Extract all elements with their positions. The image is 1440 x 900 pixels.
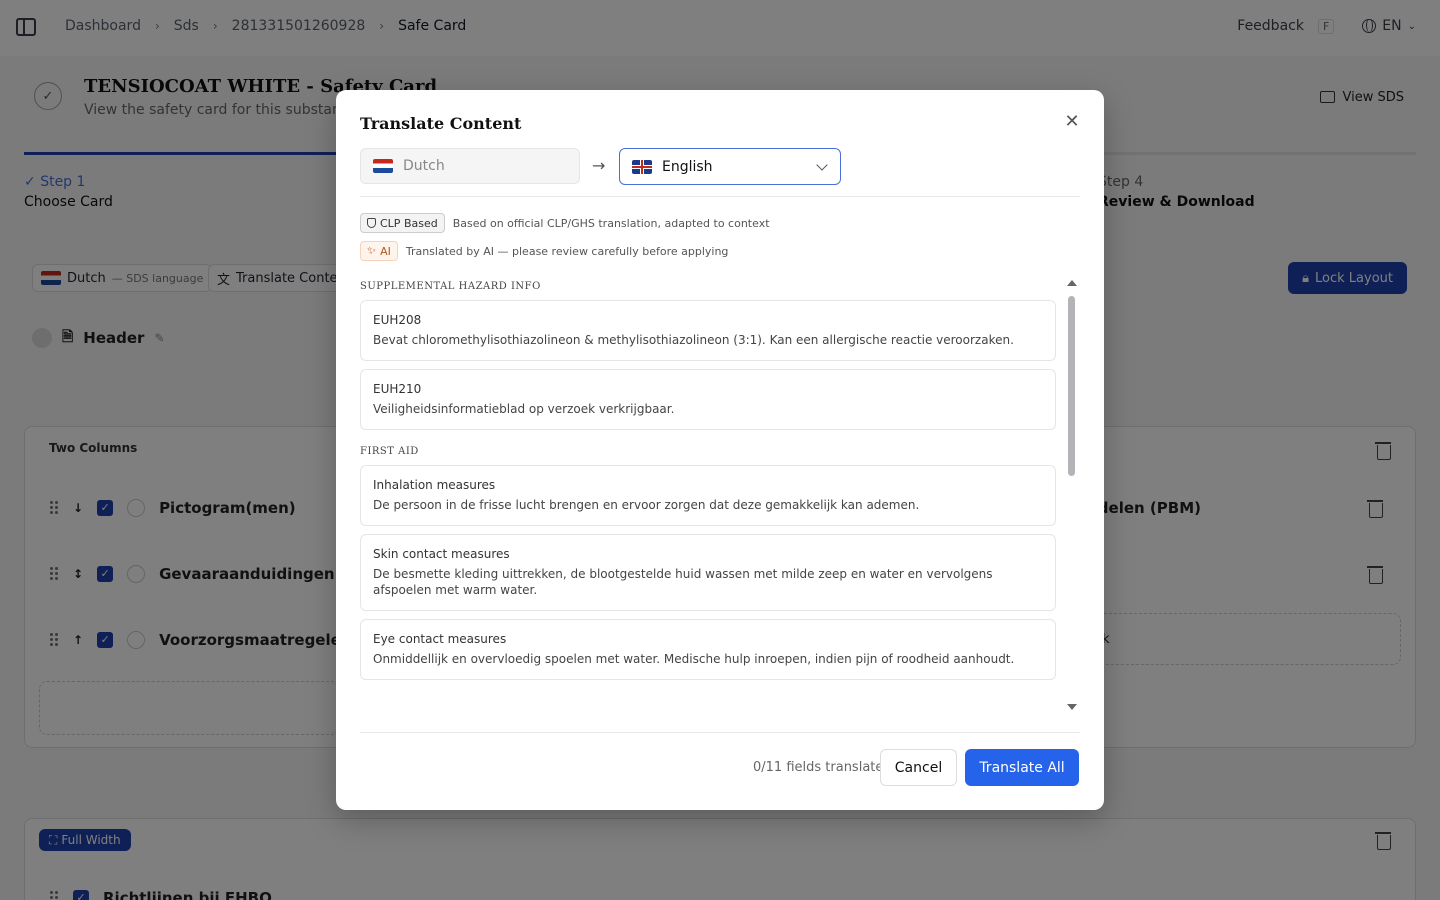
translation-field[interactable]: Eye contact measures Onmiddellijk en ove… — [360, 619, 1056, 680]
cancel-button[interactable]: Cancel — [880, 749, 957, 786]
scrollbar[interactable] — [1065, 280, 1077, 710]
translate-all-button[interactable]: Translate All — [965, 749, 1079, 786]
scroll-down-icon[interactable] — [1067, 704, 1077, 710]
legend-ai: ✨︎ AI Translated by AI — please review c… — [360, 241, 728, 261]
sparkles-icon: ✨︎ — [367, 244, 377, 257]
field-text: De besmette kleding uittrekken, de bloot… — [373, 567, 993, 597]
source-language-field: Dutch — [360, 148, 580, 184]
section-heading: SUPPLEMENTAL HAZARD INFO — [360, 281, 541, 292]
translation-field[interactable]: EUH208 Bevat chloromethylisothiazolineon… — [360, 300, 1056, 361]
clp-description: Based on official CLP/GHS translation, a… — [452, 216, 770, 230]
legend-clp: CLP Based Based on official CLP/GHS tran… — [360, 213, 770, 233]
fields-translated-count: 0/11 fields translated — [753, 760, 892, 775]
field-caption: Eye contact measures — [373, 632, 507, 646]
field-caption: EUH210 — [373, 382, 422, 396]
field-caption: Skin contact measures — [373, 547, 510, 561]
ai-badge: ✨︎ AI — [360, 241, 398, 261]
field-text: Veiligheidsinformatieblad op verzoek ver… — [373, 402, 675, 416]
field-caption: EUH208 — [373, 313, 422, 327]
scroll-up-icon[interactable] — [1067, 280, 1077, 286]
field-text: De persoon in de frisse lucht brengen en… — [373, 498, 920, 512]
close-icon[interactable]: ✕ — [1064, 113, 1080, 131]
target-language-select[interactable]: English — [619, 148, 841, 185]
clp-badge-label: CLP Based — [380, 216, 438, 230]
ai-badge-label: AI — [380, 244, 391, 258]
translate-dialog: Translate Content ✕ Dutch → English CLP … — [336, 90, 1104, 810]
translation-field[interactable]: Inhalation measures De persoon in de fri… — [360, 465, 1056, 526]
clp-badge: CLP Based — [360, 213, 445, 233]
scrollbar-thumb[interactable] — [1068, 296, 1075, 476]
ai-description: Translated by AI — please review careful… — [405, 244, 729, 258]
arrow-right-icon: → — [592, 156, 606, 175]
field-text: Onmiddellijk en overvloedig spoelen met … — [373, 652, 1015, 666]
section-heading: FIRST AID — [360, 446, 419, 457]
translation-list[interactable]: SUPPLEMENTAL HAZARD INFO EUH208 Bevat ch… — [360, 278, 1080, 710]
field-text: Bevat chloromethylisothiazolineon & meth… — [373, 333, 1014, 347]
chevron-down-icon — [816, 159, 828, 171]
source-language-label: Dutch — [403, 158, 445, 174]
translation-field[interactable]: Skin contact measures De besmette kledin… — [360, 534, 1056, 611]
flag-uk-icon — [632, 159, 652, 174]
target-language-label: English — [662, 158, 713, 175]
field-caption: Inhalation measures — [373, 478, 496, 492]
shield-icon — [367, 218, 376, 228]
dialog-title: Translate Content — [360, 114, 522, 133]
translation-field[interactable]: EUH210 Veiligheidsinformatieblad op verz… — [360, 369, 1056, 430]
divider — [360, 732, 1080, 733]
divider — [360, 196, 1080, 197]
flag-nl-icon — [373, 159, 393, 173]
